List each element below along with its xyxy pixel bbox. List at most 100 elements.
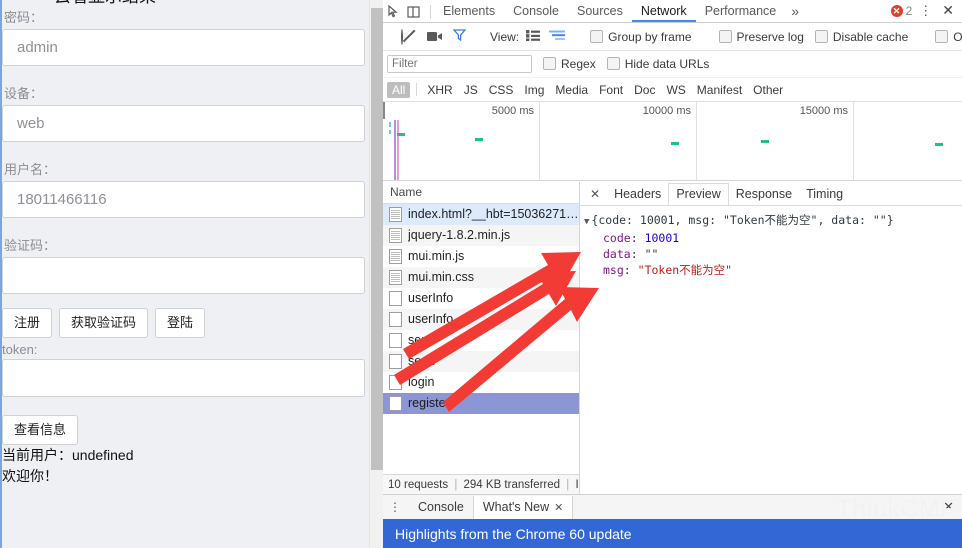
overview-gridline-1 — [539, 102, 540, 180]
toggle-device-toolbar-icon[interactable] — [406, 5, 423, 20]
list-view-icon[interactable] — [526, 29, 541, 44]
devtools-tool-icons — [383, 5, 427, 22]
device-label: 设备： — [4, 86, 44, 101]
regex-checkbox[interactable] — [543, 57, 556, 70]
group-by-frame-option[interactable]: Group by frame — [590, 29, 692, 44]
type-filter-all[interactable]: All — [387, 81, 411, 98]
property-value: 10001 — [644, 231, 680, 245]
filter-icon[interactable] — [452, 29, 467, 44]
tab-preview[interactable]: Preview — [668, 183, 729, 205]
overview-load-marker — [397, 120, 399, 180]
type-filter-img[interactable]: Img — [519, 82, 549, 98]
captcha-label: 验证码： — [4, 238, 57, 253]
table-row[interactable]: jquery-1.8.2.min.js — [383, 225, 579, 246]
captcha-input[interactable] — [2, 257, 365, 294]
preserve-log-label: Preserve log — [736, 29, 804, 44]
get-captcha-button[interactable]: 获取验证码 — [59, 308, 149, 338]
table-row[interactable]: login — [383, 372, 579, 393]
blank-icon — [389, 354, 402, 369]
inspect-element-icon[interactable] — [387, 5, 404, 20]
offline-checkbox[interactable] — [935, 29, 949, 43]
password-input[interactable]: admin — [2, 29, 365, 66]
tab-sources[interactable]: Sources — [568, 4, 632, 22]
type-filter-css[interactable]: CSS — [484, 82, 519, 98]
more-tabs-icon[interactable]: » — [785, 3, 805, 22]
disclosure-triangle-icon[interactable]: ▼ — [584, 214, 589, 230]
type-filter-other[interactable]: Other — [748, 82, 788, 98]
table-row[interactable]: register — [383, 393, 579, 414]
table-row[interactable]: index.html?__hbt=1503627165... — [383, 204, 579, 225]
console-drawer: ⋮ Console What's New ✕ ✕ Highlights from … — [383, 494, 962, 548]
group-by-frame-checkbox[interactable] — [590, 29, 604, 43]
web-page-content: 去看显示结果 密码： admin 设备： web 用户名： 1801146611… — [2, 0, 369, 487]
hide-data-urls-label: Hide data URLs — [624, 57, 710, 71]
filter-input[interactable] — [387, 55, 532, 73]
request-list-header[interactable]: Name — [383, 182, 579, 204]
tab-console[interactable]: Console — [504, 4, 568, 22]
preserve-log-checkbox[interactable] — [718, 29, 732, 43]
offline-option[interactable]: O — [935, 29, 962, 44]
field-group-password: 密码： admin — [2, 10, 369, 66]
token-input[interactable] — [2, 359, 365, 397]
type-filter-doc[interactable]: Doc — [629, 82, 660, 98]
device-input[interactable]: web — [2, 105, 365, 142]
type-filter-js[interactable]: JS — [459, 82, 483, 98]
error-count: 2 — [905, 3, 913, 18]
register-button[interactable]: 注册 — [2, 308, 53, 338]
login-button[interactable]: 登陆 — [155, 308, 206, 338]
error-count-badge[interactable]: ✕ 2 — [890, 3, 913, 18]
summary-data: , data: — [817, 213, 873, 227]
view-info-button[interactable]: 查看信息 — [2, 415, 79, 445]
tab-response[interactable]: Response — [729, 184, 799, 204]
type-filter-ws[interactable]: WS — [661, 82, 690, 98]
field-group-captcha: 验证码： — [2, 238, 369, 294]
request-name: index.html?__hbt=1503627165... — [408, 207, 579, 221]
regex-option[interactable]: Regex — [543, 57, 596, 71]
overview-bar-1 — [397, 133, 405, 136]
drawer-tab-console[interactable]: Console — [409, 496, 473, 518]
type-filter-font[interactable]: Font — [594, 82, 628, 98]
devtools-close-icon[interactable]: ✕ — [939, 2, 957, 19]
disable-cache-option[interactable]: Disable cache — [814, 29, 908, 44]
devtools-menu-icon[interactable]: ⋮ — [916, 3, 935, 19]
table-row[interactable]: send — [383, 351, 579, 372]
drawer-menu-icon[interactable]: ⋮ — [383, 501, 409, 513]
tab-network[interactable]: Network — [631, 4, 696, 22]
type-filter-manifest[interactable]: Manifest — [692, 82, 747, 98]
table-row[interactable]: send — [383, 330, 579, 351]
table-row[interactable]: userInfo — [383, 309, 579, 330]
devtools-panel: Elements Console Sources Network Perform… — [383, 0, 962, 548]
devtools-tabbar-right: ✕ 2 ⋮ ✕ — [890, 2, 962, 22]
tab-headers[interactable]: Headers — [607, 184, 668, 204]
document-icon — [389, 207, 402, 222]
drawer-close-icon[interactable]: ✕ — [935, 499, 962, 515]
clear-icon[interactable] — [401, 28, 403, 45]
tab-timing[interactable]: Timing — [799, 184, 850, 204]
summary-code: 10001 — [639, 213, 675, 227]
preview-summary-line[interactable]: ▼ {code: 10001, msg: "Token不能为空", data: "… — [584, 212, 962, 230]
status-divider-1: | — [454, 479, 458, 491]
table-row[interactable]: mui.min.js — [383, 246, 579, 267]
network-overview-timeline[interactable]: 5000 ms 10000 ms 15000 ms — [383, 102, 962, 181]
preserve-log-option[interactable]: Preserve log — [718, 29, 804, 44]
field-group-username: 用户名： 18011466116 — [2, 162, 369, 218]
table-row[interactable]: mui.min.css — [383, 267, 579, 288]
overview-marker-b — [389, 130, 391, 134]
close-icon[interactable]: ✕ — [583, 187, 607, 201]
capture-screenshots-icon[interactable] — [427, 31, 443, 42]
waterfall-view-icon[interactable] — [549, 30, 566, 44]
tab-elements[interactable]: Elements — [434, 4, 504, 22]
type-filter-xhr[interactable]: XHR — [422, 82, 457, 98]
table-row[interactable]: userInfo — [383, 288, 579, 309]
username-input[interactable]: 18011466116 — [2, 181, 365, 218]
drawer-tab-whats-new-label: What's New — [482, 500, 550, 514]
document-icon — [389, 249, 402, 264]
disable-cache-checkbox[interactable] — [814, 29, 828, 43]
close-icon[interactable]: ✕ — [554, 502, 563, 514]
tab-performance[interactable]: Performance — [696, 4, 786, 22]
hide-data-urls-checkbox[interactable] — [606, 57, 620, 70]
type-filter-media[interactable]: Media — [550, 82, 593, 98]
hide-data-urls-option[interactable]: Hide data URLs — [606, 57, 710, 71]
drawer-tab-whats-new[interactable]: What's New ✕ — [472, 496, 574, 519]
